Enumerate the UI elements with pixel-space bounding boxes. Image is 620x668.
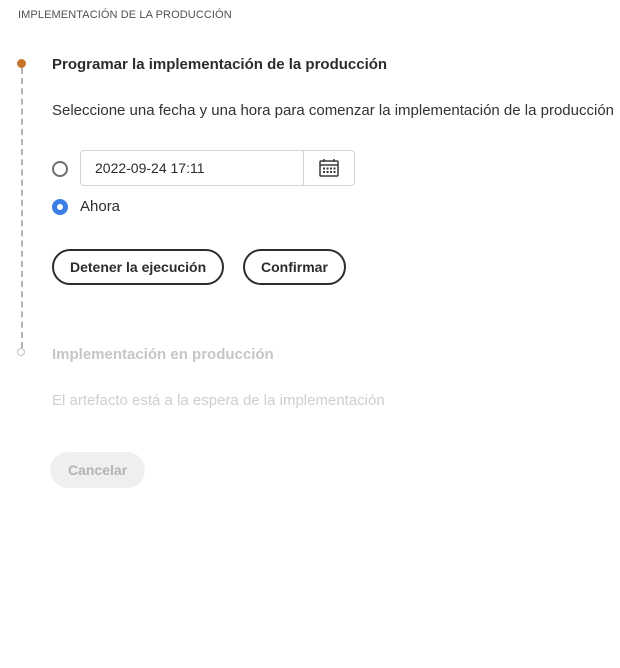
confirm-button[interactable]: Confirmar [243,249,346,285]
section-title: IMPLEMENTACIÓN DE LA PRODUCCIÓN [18,9,232,21]
cancel-button: Cancelar [50,452,146,488]
step-description-schedule: Seleccione una fecha y una hora para com… [52,102,615,119]
date-picker-button[interactable] [303,151,354,185]
radio-datetime[interactable] [52,161,68,177]
stop-execution-button[interactable]: Detener la ejecución [52,249,225,285]
step-title-schedule: Programar la implementación de la produc… [52,56,388,73]
datetime-value[interactable]: 2022-09-24 17:11 [81,151,303,185]
timeline-connector [21,68,23,348]
step-indicator-active [17,59,26,68]
calendar-icon [319,159,339,177]
step-indicator-pending [17,348,25,356]
radio-now[interactable] [52,199,68,215]
radio-now-label[interactable]: Ahora [80,198,120,215]
datetime-field[interactable]: 2022-09-24 17:11 [80,150,355,186]
step-description-deploy: El artefacto está a la espera de la impl… [52,392,385,409]
step-title-deploy: Implementación en producción [52,346,274,363]
